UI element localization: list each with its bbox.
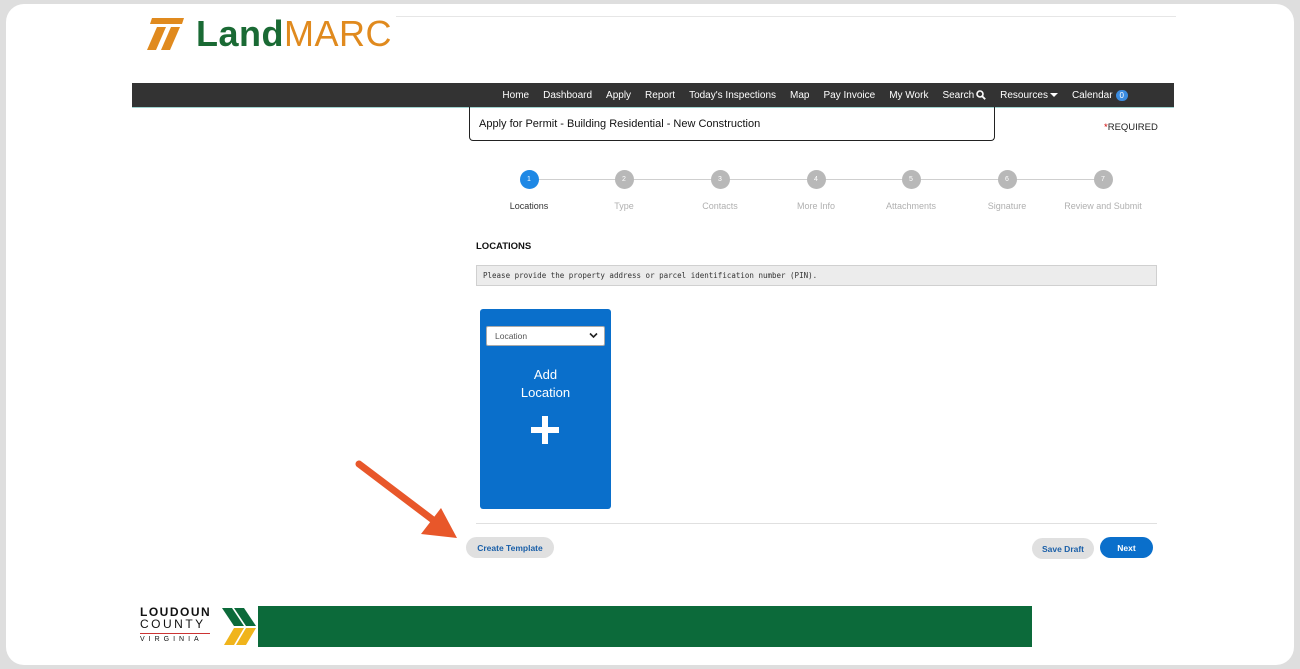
plus-icon xyxy=(531,416,559,444)
step-number: 7 xyxy=(1093,170,1113,189)
nav-map[interactable]: Map xyxy=(790,90,809,101)
locations-heading: LOCATIONS xyxy=(476,241,532,252)
add-location-line1: Add xyxy=(533,367,558,382)
brand-name-land: Land xyxy=(196,13,284,54)
step-type[interactable]: 2 Type xyxy=(579,170,669,211)
add-location-label: Add Location xyxy=(480,366,611,402)
step-number: 3 xyxy=(710,170,730,189)
landmarc-logo[interactable]: LandMARC xyxy=(144,14,392,54)
nav-resources-label: Resources xyxy=(1000,89,1048,101)
nav-pay-invoice[interactable]: Pay Invoice xyxy=(823,90,875,101)
save-draft-button[interactable]: Save Draft xyxy=(1032,538,1094,559)
step-number: 5 xyxy=(901,170,921,189)
next-button[interactable]: Next xyxy=(1100,537,1153,558)
step-label: Attachments xyxy=(885,201,937,211)
step-label: More Info xyxy=(796,201,836,211)
step-contacts[interactable]: 3 Contacts xyxy=(675,170,765,211)
step-more-info[interactable]: 4 More Info xyxy=(771,170,861,211)
county-chevrons-icon xyxy=(222,608,256,645)
step-locations[interactable]: 1 Locations xyxy=(484,170,574,211)
footer-logo-rule xyxy=(140,633,210,634)
pointer-arrow-icon xyxy=(355,460,457,538)
nav-calendar-label: Calendar xyxy=(1071,89,1113,101)
nav-home[interactable]: Home xyxy=(502,90,529,101)
calendar-count-badge: 0 xyxy=(1115,89,1128,101)
step-label: Review and Submit xyxy=(1064,201,1142,211)
step-label: Locations xyxy=(509,201,549,211)
locations-instructions: Please provide the property address or p… xyxy=(476,265,1157,286)
nav-todays-inspections[interactable]: Today's Inspections xyxy=(689,90,776,101)
nav-dashboard[interactable]: Dashboard xyxy=(543,90,592,101)
caret-down-icon xyxy=(1049,93,1058,97)
step-review-and-submit[interactable]: 7 Review and Submit xyxy=(1058,170,1148,211)
step-number: 2 xyxy=(614,170,634,189)
nav-calendar[interactable]: Calendar 0 xyxy=(1071,89,1128,101)
brand-name: LandMARC xyxy=(196,14,392,54)
actions-divider xyxy=(476,523,1157,524)
step-number: 6 xyxy=(997,170,1017,189)
page-title: Apply for Permit - Building Residential … xyxy=(469,107,995,141)
footer-county-word: COUNTY xyxy=(140,617,206,631)
nav-my-work[interactable]: My Work xyxy=(889,90,928,101)
nav-apply[interactable]: Apply xyxy=(606,90,631,101)
add-location-line2: Location xyxy=(520,385,571,400)
nav-search-label: Search xyxy=(942,89,975,101)
nav-resources[interactable]: Resources xyxy=(1000,90,1058,101)
header-divider xyxy=(396,16,1176,17)
nav-report[interactable]: Report xyxy=(645,90,675,101)
create-template-button[interactable]: Create Template xyxy=(466,537,554,558)
location-type-select[interactable]: Location xyxy=(486,326,605,346)
step-label: Signature xyxy=(987,201,1027,211)
required-note: *REQUIRED xyxy=(1104,122,1158,133)
footer-band xyxy=(258,606,1032,647)
brand-name-marc: MARC xyxy=(284,13,392,54)
nav-search[interactable]: Search xyxy=(942,90,986,101)
app-window: LandMARC Home Dashboard Apply Report Tod… xyxy=(6,4,1294,665)
step-label: Type xyxy=(614,201,634,211)
landmarc-stripes-icon xyxy=(147,18,184,50)
step-label: Contacts xyxy=(702,201,738,211)
search-icon xyxy=(976,90,986,100)
step-number: 4 xyxy=(806,170,826,189)
add-location-card[interactable]: Location Add Location xyxy=(480,309,611,509)
loudoun-county-logo: LOUDOUN COUNTY VIRGINIA xyxy=(140,606,211,643)
step-attachments[interactable]: 5 Attachments xyxy=(866,170,956,211)
footer-state-name: VIRGINIA xyxy=(140,636,203,643)
step-signature[interactable]: 6 Signature xyxy=(962,170,1052,211)
step-number: 1 xyxy=(519,170,539,189)
required-label: REQUIRED xyxy=(1107,122,1158,133)
top-navigation: Home Dashboard Apply Report Today's Insp… xyxy=(132,83,1174,107)
